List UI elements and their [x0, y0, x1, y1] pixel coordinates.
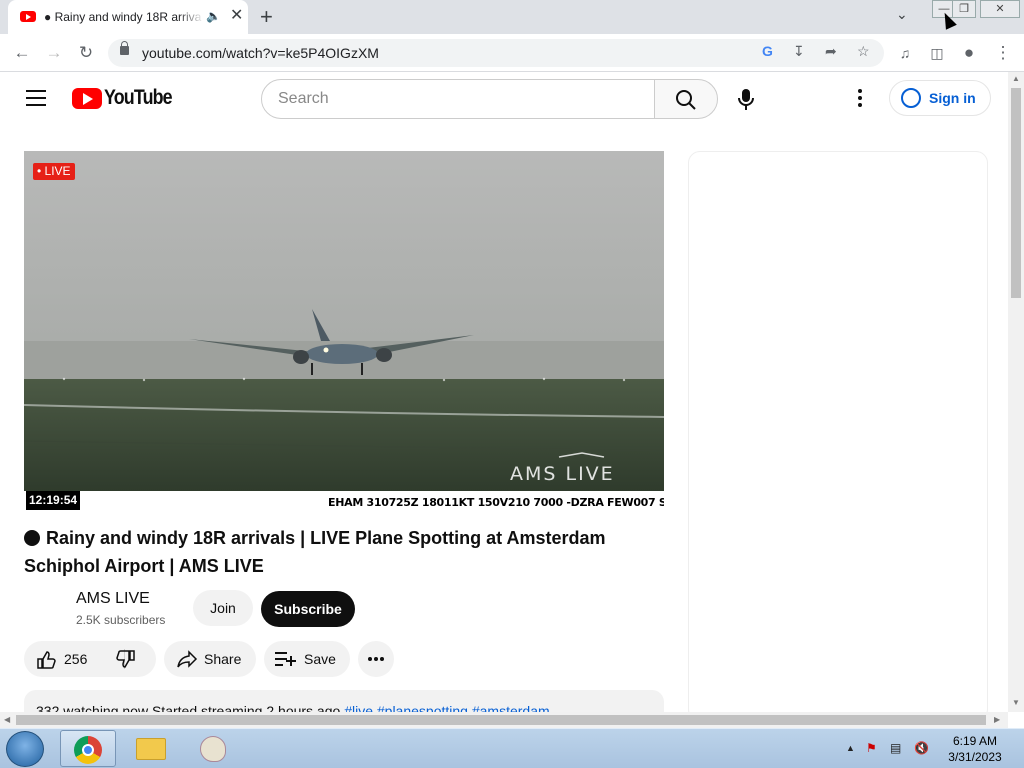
save-button[interactable]: Save	[264, 641, 350, 677]
browser-tab-strip: ● Rainy and windy 18R arrivals | LIVE Pl…	[0, 0, 1024, 34]
start-button[interactable]	[6, 731, 44, 767]
search-input[interactable]	[278, 90, 638, 108]
microphone-icon[interactable]	[736, 87, 756, 111]
restore-button[interactable]: ❐	[952, 0, 976, 18]
chrome-menu-icon[interactable]: ⋮	[990, 40, 1016, 66]
google-translate-icon[interactable]: G	[762, 43, 773, 59]
taskbar-chrome[interactable]	[60, 730, 116, 767]
browser-toolbar: ← → ↻ youtube.com/watch?v=ke5P4OIGzXM G …	[0, 34, 1024, 72]
chrome-icon	[74, 736, 102, 764]
thumbs-up-icon[interactable]	[36, 650, 56, 670]
more-dot	[368, 657, 372, 661]
scroll-right-icon[interactable]: ▶	[994, 715, 1000, 724]
sign-in-label: Sign in	[929, 90, 976, 106]
scroll-up-icon[interactable]: ▲	[1012, 74, 1020, 83]
search-icon	[676, 90, 696, 110]
add-to-playlist-icon	[275, 652, 296, 666]
youtube-logo-icon[interactable]	[72, 88, 102, 109]
youtube-wordmark[interactable]: YouTube	[104, 86, 173, 110]
taskbar-explorer[interactable]	[122, 730, 178, 767]
share-label: Share	[204, 651, 242, 667]
share-button[interactable]: Share	[164, 641, 256, 677]
paint-palette-icon	[200, 736, 226, 762]
search-box[interactable]	[261, 79, 655, 119]
youtube-favicon-icon	[20, 11, 36, 22]
sidebar-panel	[688, 151, 988, 721]
like-count[interactable]: 256	[64, 641, 87, 677]
tab-title-fade	[178, 6, 204, 28]
live-badge: • LIVE	[33, 163, 75, 180]
side-panel-icon[interactable]: ◫	[924, 40, 950, 66]
forward-icon[interactable]: →	[41, 40, 67, 66]
bookmark-star-icon[interactable]: ☆	[857, 43, 870, 60]
vertical-scroll-thumb[interactable]	[1011, 88, 1021, 298]
horizontal-scroll-thumb[interactable]	[16, 715, 986, 725]
window-close-button[interactable]: ✕	[980, 0, 1020, 18]
video-title: Rainy and windy 18R arrivals | LIVE Plan…	[24, 524, 644, 580]
thumbs-down-icon[interactable]	[116, 649, 136, 669]
action-center-icon[interactable]: ⚑	[866, 741, 877, 755]
clock-date: 3/31/2023	[948, 750, 1002, 764]
youtube-header: YouTube Sign in	[0, 72, 1008, 126]
live-dot-icon	[24, 530, 40, 546]
media-controls-icon[interactable]: ♫	[892, 40, 918, 66]
more-dot	[374, 657, 378, 661]
install-icon[interactable]: ↧	[793, 43, 805, 60]
share-page-icon[interactable]: ➦	[825, 43, 837, 60]
join-button[interactable]: Join	[193, 590, 253, 626]
video-clock: 12:19:54	[26, 491, 81, 510]
windows-taskbar: ▲ ⚑ ▤ 🔇 6:19 AM 3/31/2023	[0, 728, 1024, 768]
folder-icon	[136, 738, 166, 760]
subscriber-count: 2.5K subscribers	[76, 613, 166, 627]
show-hidden-icons-icon[interactable]: ▲	[846, 743, 855, 753]
video-title-text: Rainy and windy 18R arrivals | LIVE Plan…	[24, 528, 606, 576]
like-dislike-group: 256	[24, 641, 156, 677]
share-arrow-icon	[177, 650, 198, 668]
address-bar[interactable]: youtube.com/watch?v=ke5P4OIGzXM G ↧ ➦ ☆	[108, 39, 884, 67]
new-tab-button[interactable]: +	[260, 5, 273, 29]
horizontal-scrollbar[interactable]: ◀ ▶	[0, 712, 1008, 728]
more-actions-button[interactable]	[358, 641, 394, 677]
more-dot	[380, 657, 384, 661]
subscribe-button[interactable]: Subscribe	[261, 591, 355, 627]
metar-text: EHAM 310725Z 18011KT 150V210 7000 -DZRA …	[328, 496, 664, 509]
speaker-icon[interactable]: 🔈	[206, 9, 221, 23]
channel-name[interactable]: AMS LIVE	[76, 590, 150, 608]
back-icon[interactable]: ←	[9, 40, 35, 66]
system-clock[interactable]: 6:19 AM 3/31/2023	[940, 733, 1010, 765]
close-tab-icon[interactable]: ✕	[230, 7, 243, 25]
network-icon[interactable]: ▤	[890, 741, 901, 755]
channel-watermark: AMS LIVE	[510, 463, 615, 485]
tab-search-chevron-icon[interactable]: ⌄	[896, 6, 908, 23]
search-button[interactable]	[654, 79, 718, 119]
menu-icon[interactable]	[26, 90, 46, 106]
video-frame	[24, 151, 664, 491]
reload-icon[interactable]: ↻	[73, 40, 99, 66]
vertical-scrollbar[interactable]: ▲ ▼	[1008, 72, 1024, 712]
sign-in-button[interactable]: Sign in	[889, 80, 991, 116]
url-text[interactable]: youtube.com/watch?v=ke5P4OIGzXM	[142, 45, 379, 61]
profile-icon[interactable]: ●	[956, 40, 982, 66]
browser-tab[interactable]: ● Rainy and windy 18R arrivals | LIVE Pl…	[8, 0, 248, 34]
video-player[interactable]: • LIVE AMS LIVE EHAM 310725Z 18011KT 150…	[24, 151, 664, 511]
account-icon	[901, 88, 921, 108]
settings-more-icon[interactable]	[856, 89, 864, 109]
volume-muted-icon[interactable]: 🔇	[914, 741, 929, 755]
lock-icon[interactable]	[120, 41, 129, 55]
clock-time: 6:19 AM	[952, 734, 998, 748]
taskbar-paint[interactable]	[184, 730, 240, 767]
save-label: Save	[304, 651, 336, 667]
scroll-left-icon[interactable]: ◀	[4, 715, 10, 724]
scroll-down-icon[interactable]: ▼	[1012, 698, 1020, 707]
